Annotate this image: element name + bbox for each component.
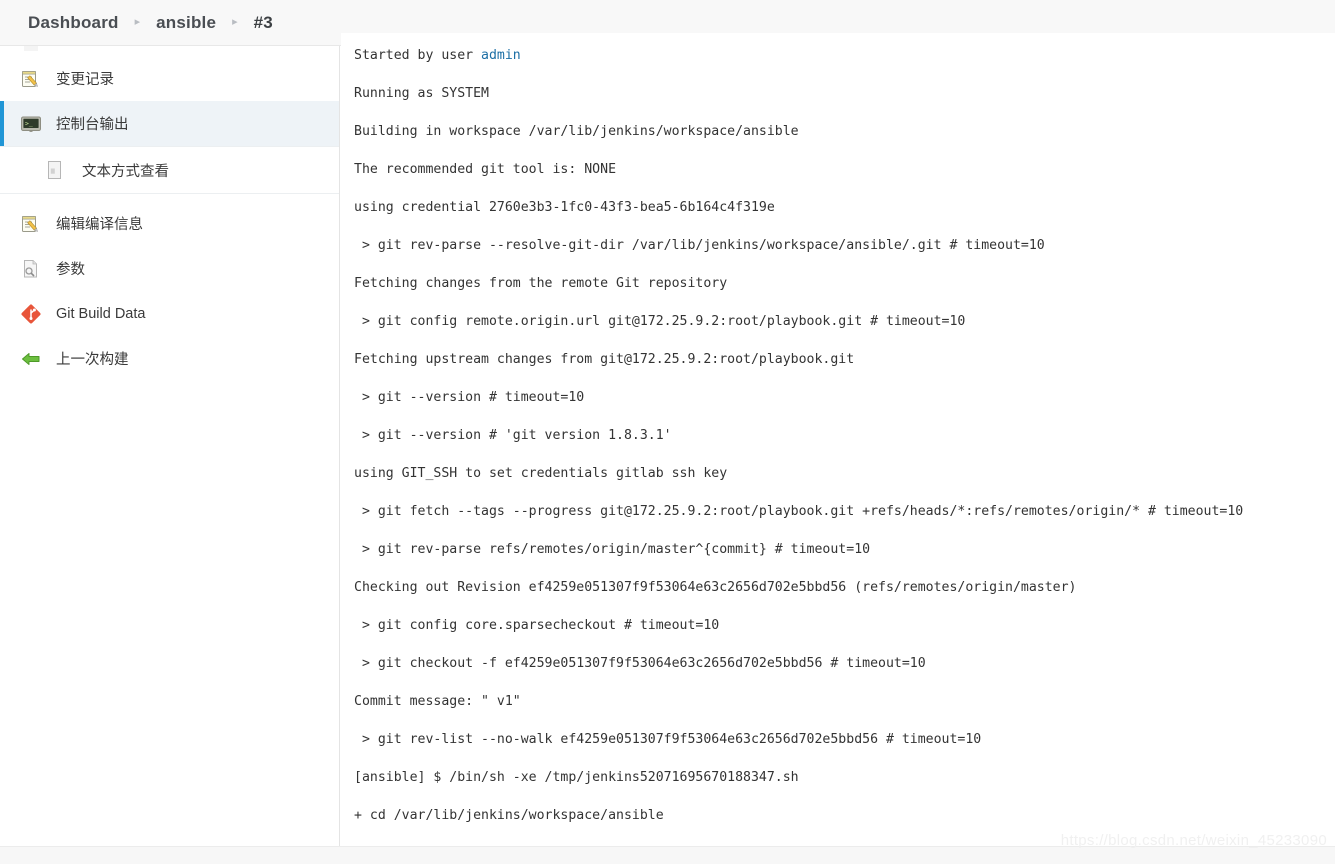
console-line: > git rev-parse refs/remotes/origin/mast… [354,542,871,558]
watermark: https://blog.csdn.net/weixin_45233090 [1060,832,1327,849]
console-line: > git --version # timeout=10 [354,390,585,406]
console-line: Commit message: " v1" [354,694,521,710]
sidebar-item-label: 控制台输出 [56,117,129,133]
sidebar-item-parameters[interactable]: 参数 [0,246,339,291]
console-line-started-by: Started by user admin [354,48,521,64]
sidebar-item-label: 编辑编译信息 [56,217,143,233]
breadcrumb-separator-icon: ▸ [232,16,238,28]
sidebar: 变更记录 >_ 控制台输出 文本方式查看 编辑编译信息 参数 Git Build… [0,46,340,846]
sidebar-item-console-output[interactable]: >_ 控制台输出 [0,101,339,146]
breadcrumb-item-dashboard[interactable]: Dashboard [28,13,119,33]
clipped-icon [22,46,42,54]
document-search-icon [20,258,42,280]
console-line: > git rev-parse --resolve-git-dir /var/l… [354,238,1045,254]
breadcrumb-item-build-number[interactable]: #3 [254,13,273,33]
notepad-pencil-icon [20,213,42,235]
sidebar-item-plain-text[interactable]: 文本方式查看 [0,146,339,194]
sidebar-clipped-item [0,46,339,56]
console-line: > git checkout -f ef4259e051307f9f53064e… [354,656,926,672]
git-icon [20,303,42,325]
console-log-text: Started by user admin Running as SYSTEM … [341,46,1335,846]
sidebar-item-label: Git Build Data [56,305,146,322]
console-line: Checking out Revision ef4259e051307f9f53… [354,580,1077,596]
notepad-pencil-icon [20,68,42,90]
sidebar-item-label: 上一次构建 [56,352,129,368]
sidebar-item-label: 变更记录 [56,72,114,88]
console-output-panel[interactable]: Started by user admin Running as SYSTEM … [341,33,1335,846]
console-line: > git fetch --tags --progress git@172.25… [354,504,1244,520]
console-line: The recommended git tool is: NONE [354,162,617,178]
console-line: > git config remote.origin.url git@172.2… [354,314,966,330]
console-line: [ansible] $ /bin/sh -xe /tmp/jenkins5207… [354,770,799,786]
sidebar-item-previous-build[interactable]: 上一次构建 [0,336,339,381]
console-line: > git config core.sparsecheckout # timeo… [354,618,720,634]
breadcrumb-item-ansible[interactable]: ansible [156,13,216,33]
sidebar-item-label: 参数 [56,262,85,278]
svg-text:>_: >_ [25,119,33,127]
terminal-icon: >_ [20,113,42,135]
console-line: using credential 2760e3b3-1fc0-43f3-bea5… [354,200,775,216]
document-plain-icon [44,159,66,181]
console-line: > git --version # 'git version 1.8.3.1' [354,428,672,444]
console-line: > git rev-list --no-walk ef4259e051307f9… [354,732,982,748]
sidebar-item-edit-build-info[interactable]: 编辑编译信息 [0,201,339,246]
jenkins-build-page: Dashboard ▸ ansible ▸ #3 变更记录 >_ 控制台输出 文… [0,0,1335,864]
console-line: + cd /var/lib/jenkins/workspace/ansible [354,808,664,824]
console-line: Running as SYSTEM [354,86,489,102]
console-line: Fetching changes from the remote Git rep… [354,276,728,292]
console-user-link[interactable]: admin [481,48,521,63]
sidebar-item-git-build-data[interactable]: Git Build Data [0,291,339,336]
sidebar-item-label: 文本方式查看 [82,163,169,180]
arrow-left-green-icon [20,348,42,370]
console-line: Building in workspace /var/lib/jenkins/w… [354,124,799,140]
console-line: using GIT_SSH to set credentials gitlab … [354,466,728,482]
console-line: Fetching upstream changes from git@172.2… [354,352,855,368]
breadcrumb-separator-icon: ▸ [134,16,141,28]
sidebar-item-changes[interactable]: 变更记录 [0,56,339,101]
